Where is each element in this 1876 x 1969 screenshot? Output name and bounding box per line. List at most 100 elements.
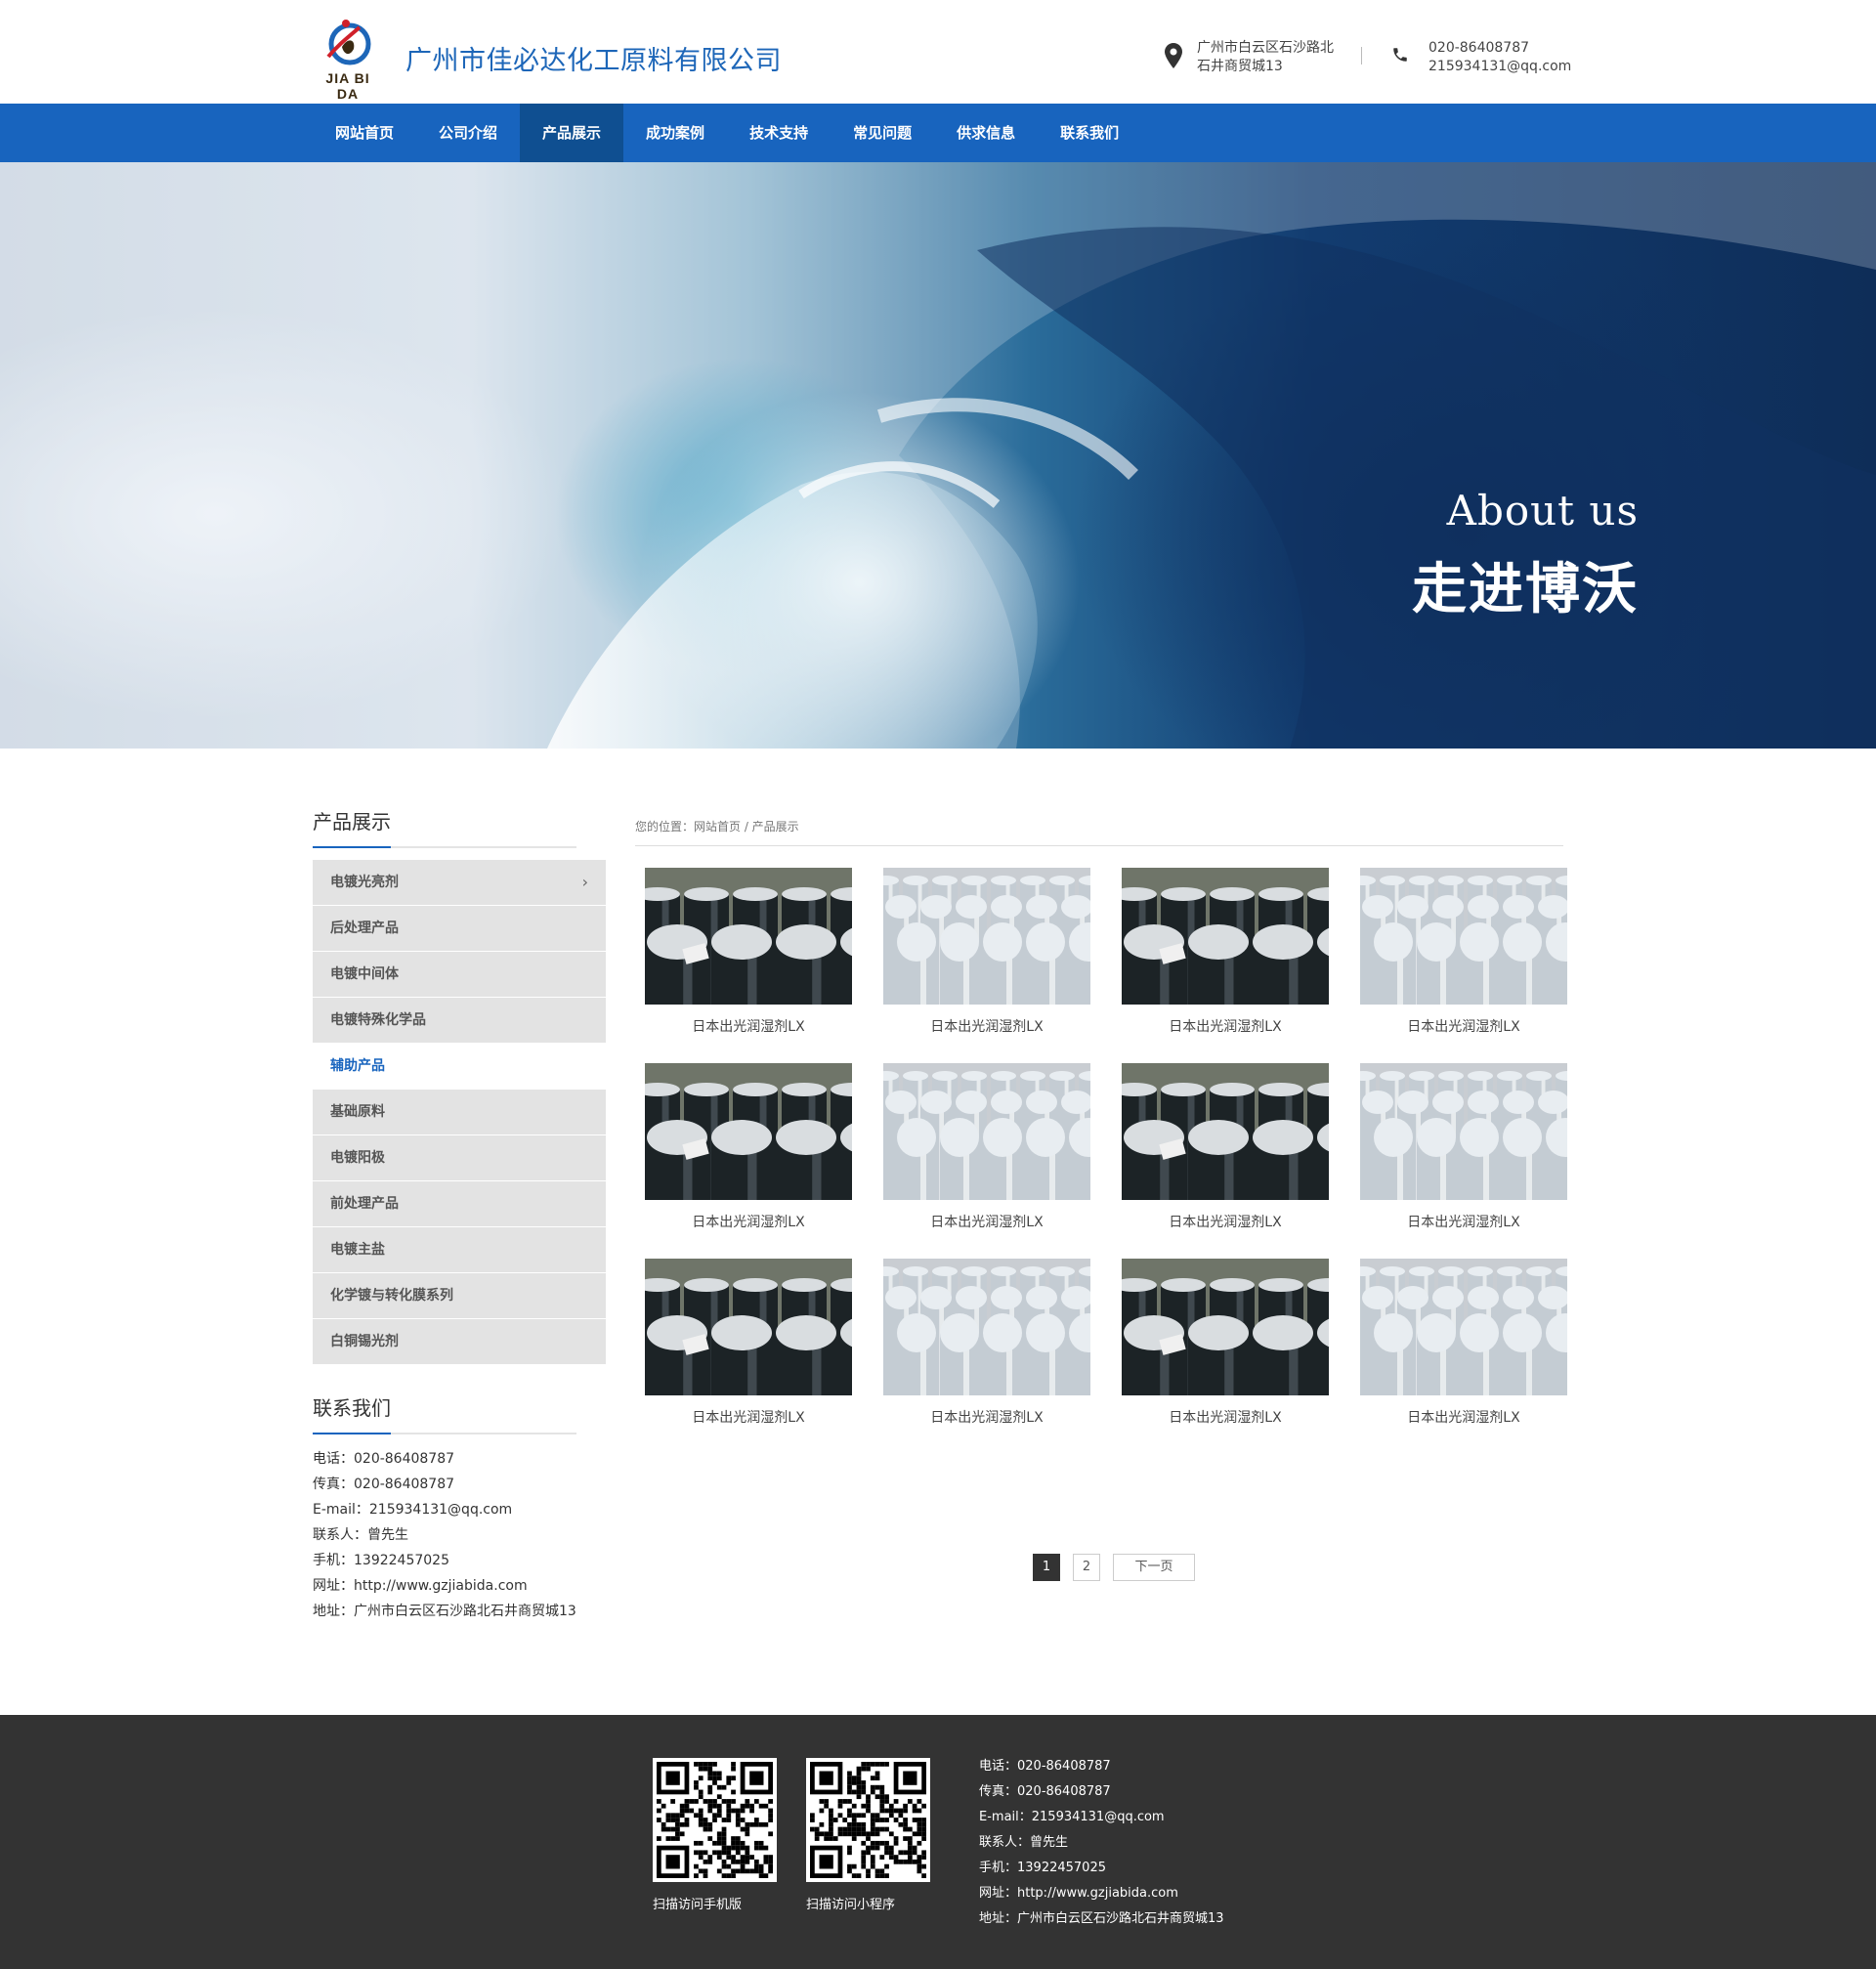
- sidebar-category-label: 电镀特殊化学品: [330, 1012, 426, 1028]
- footer-tel: 电话：020-86408787: [979, 1759, 1111, 1774]
- qr-miniprogram-caption: 扫描访问小程序: [806, 1898, 896, 1912]
- contact-fax: 传真：020-86408787: [313, 1477, 455, 1492]
- product-card[interactable]: 日本出光润湿剂LX: [1122, 1259, 1329, 1427]
- breadcrumb[interactable]: 您的位置：网站首页 / 产品展示: [635, 807, 1563, 846]
- product-card[interactable]: 日本出光润湿剂LX: [1122, 1063, 1329, 1231]
- product-image[interactable]: [1360, 1259, 1567, 1395]
- qr-mobile-caption: 扫描访问手机版: [653, 1898, 743, 1912]
- product-card[interactable]: 日本出光润湿剂LX: [1360, 1259, 1567, 1427]
- company-name[interactable]: 广州市佳必达化工原料有限公司: [405, 39, 782, 77]
- sidebar-category-label: 前处理产品: [330, 1196, 399, 1212]
- nav-item-1[interactable]: 网站首页: [313, 104, 416, 162]
- site-footer: 扫描访问手机版 扫描访问小程序 电话：020-86408787 传真：020-8…: [0, 1715, 1876, 1969]
- footer-person: 联系人：曾先生: [979, 1835, 1069, 1850]
- product-image[interactable]: [1122, 1063, 1329, 1200]
- sidebar-category-4[interactable]: 电镀特殊化学品: [313, 998, 606, 1043]
- page-button-2[interactable]: 2: [1073, 1554, 1100, 1581]
- next-page-button[interactable]: 下一页: [1113, 1554, 1195, 1581]
- contact-title-underline: [313, 1433, 576, 1434]
- product-card[interactable]: 日本出光润湿剂LX: [883, 1063, 1090, 1231]
- product-name[interactable]: 日本出光润湿剂LX: [1122, 1407, 1329, 1427]
- nav-item-5[interactable]: 技术支持: [727, 104, 831, 162]
- nav-item-7[interactable]: 供求信息: [934, 104, 1038, 162]
- footer-contact: 电话：020-86408787 传真：020-86408787 E-mail：2…: [979, 1754, 1224, 1932]
- sidebar-category-7[interactable]: 电镀阳极: [313, 1135, 606, 1180]
- sidebar-category-3[interactable]: 电镀中间体: [313, 952, 606, 997]
- product-name[interactable]: 日本出光润湿剂LX: [1360, 1407, 1567, 1427]
- contact-person: 联系人：曾先生: [313, 1527, 408, 1543]
- product-name[interactable]: 日本出光润湿剂LX: [883, 1407, 1090, 1427]
- header-email[interactable]: 215934131@qq.com: [1428, 58, 1585, 76]
- logo-mark-icon: [326, 20, 371, 65]
- product-image[interactable]: [1360, 868, 1567, 1005]
- product-image[interactable]: [883, 1259, 1090, 1395]
- nav-item-8[interactable]: 联系我们: [1038, 104, 1141, 162]
- main-content: 产品展示 电镀光亮剂 › 后处理产品电镀中间体电镀特殊化学品辅助产品基础原料电镀阳极…: [0, 749, 1876, 1715]
- product-image[interactable]: [1122, 1259, 1329, 1395]
- page-button-1[interactable]: 1: [1033, 1554, 1060, 1581]
- product-image[interactable]: [645, 1259, 852, 1395]
- product-image[interactable]: [645, 1063, 852, 1200]
- qr-code-mobile-icon: [653, 1758, 777, 1882]
- sidebar-category-5[interactable]: 辅助产品: [313, 1044, 606, 1089]
- site-header: JIA BI DA 广州市佳必达化工原料有限公司 广州市白云区石沙路北 石井商贸…: [0, 0, 1876, 104]
- product-card[interactable]: 日本出光润湿剂LX: [1360, 1063, 1567, 1231]
- product-image[interactable]: [883, 1063, 1090, 1200]
- sidebar-category-9[interactable]: 电镀主盐: [313, 1227, 606, 1272]
- qr-code-miniprogram-icon: [806, 1758, 930, 1882]
- footer-website[interactable]: 网址：http://www.gzjiabida.com: [979, 1881, 1224, 1906]
- header-phone[interactable]: 020-86408787: [1428, 39, 1585, 58]
- nav-item-2[interactable]: 公司介绍: [416, 104, 520, 162]
- sidebar-category-6[interactable]: 基础原料: [313, 1090, 606, 1134]
- nav-item-6[interactable]: 常见问题: [831, 104, 934, 162]
- sidebar-category-label: 后处理产品: [330, 920, 399, 936]
- sidebar-category-10[interactable]: 化学镀与转化膜系列: [313, 1273, 606, 1318]
- product-name[interactable]: 日本出光润湿剂LX: [1122, 1212, 1329, 1231]
- sidebar-category-2[interactable]: 后处理产品: [313, 906, 606, 951]
- product-card[interactable]: 日本出光润湿剂LX: [645, 868, 852, 1036]
- product-name[interactable]: 日本出光润湿剂LX: [645, 1407, 852, 1427]
- product-card[interactable]: 日本出光润湿剂LX: [645, 1259, 852, 1427]
- footer-email[interactable]: E-mail：215934131@qq.com: [979, 1805, 1224, 1830]
- qr-mobile: 扫描访问手机版: [653, 1758, 780, 1912]
- phone-icon: [1393, 48, 1407, 62]
- sidebar: 产品展示 电镀光亮剂 › 后处理产品电镀中间体电镀特殊化学品辅助产品基础原料电镀阳极…: [313, 807, 606, 1624]
- contact-address: 地址：广州市白云区石沙路北石井商贸城13: [313, 1604, 576, 1619]
- footer-address: 地址：广州市白云区石沙路北石井商贸城13: [979, 1911, 1224, 1926]
- nav-item-3[interactable]: 产品展示: [520, 104, 624, 162]
- product-name[interactable]: 日本出光润湿剂LX: [883, 1212, 1090, 1231]
- product-name[interactable]: 日本出光润湿剂LX: [645, 1212, 852, 1231]
- product-name[interactable]: 日本出光润湿剂LX: [1360, 1016, 1567, 1036]
- product-content: 您的位置：网站首页 / 产品展示 日本出光润湿剂LX 日本出光润湿剂LX 日本出光润…: [635, 807, 1567, 1454]
- product-card[interactable]: 日本出光润湿剂LX: [645, 1063, 852, 1231]
- product-card[interactable]: 日本出光润湿剂LX: [883, 1259, 1090, 1427]
- nav-item-4[interactable]: 成功案例: [623, 104, 727, 162]
- product-name[interactable]: 日本出光润湿剂LX: [1360, 1212, 1567, 1231]
- product-image[interactable]: [645, 868, 852, 1005]
- main-nav: 网站首页 公司介绍 产品展示 成功案例 技术支持 常见问题 供求信息 联系我们: [0, 104, 1876, 162]
- product-image[interactable]: [883, 868, 1090, 1005]
- sidebar-category-label: 电镀主盐: [330, 1242, 385, 1258]
- category-list: 电镀光亮剂 › 后处理产品电镀中间体电镀特殊化学品辅助产品基础原料电镀阳极前处理产品…: [313, 860, 606, 1364]
- product-name[interactable]: 日本出光润湿剂LX: [883, 1016, 1090, 1036]
- sidebar-category-label: 基础原料: [330, 1104, 385, 1120]
- sidebar-title: 产品展示: [313, 810, 391, 834]
- contact-email[interactable]: E-mail：215934131@qq.com: [313, 1497, 606, 1522]
- product-image[interactable]: [1122, 868, 1329, 1005]
- address-line-1: 广州市白云区石沙路北: [1197, 40, 1334, 56]
- sidebar-category-1[interactable]: 电镀光亮剂 ›: [313, 860, 606, 905]
- header-address: 广州市白云区石沙路北 石井商贸城13: [1197, 39, 1343, 76]
- product-name[interactable]: 日本出光润湿剂LX: [1122, 1016, 1329, 1036]
- product-name[interactable]: 日本出光润湿剂LX: [645, 1016, 852, 1036]
- company-logo[interactable]: JIA BI DA: [313, 18, 383, 102]
- header-phone-email: 020-86408787 215934131@qq.com: [1428, 39, 1585, 76]
- product-grid: 日本出光润湿剂LX 日本出光润湿剂LX 日本出光润湿剂LX 日本出光润湿剂LX 日本出光…: [635, 868, 1567, 1454]
- product-image[interactable]: [1360, 1063, 1567, 1200]
- sidebar-category-label: 电镀阳极: [330, 1150, 385, 1166]
- sidebar-category-11[interactable]: 白铜锡光剂: [313, 1319, 606, 1364]
- contact-website[interactable]: 网址：http://www.gzjiabida.com: [313, 1573, 606, 1599]
- product-card[interactable]: 日本出光润湿剂LX: [1360, 868, 1567, 1036]
- sidebar-category-8[interactable]: 前处理产品: [313, 1181, 606, 1226]
- product-card[interactable]: 日本出光润湿剂LX: [1122, 868, 1329, 1036]
- product-card[interactable]: 日本出光润湿剂LX: [883, 868, 1090, 1036]
